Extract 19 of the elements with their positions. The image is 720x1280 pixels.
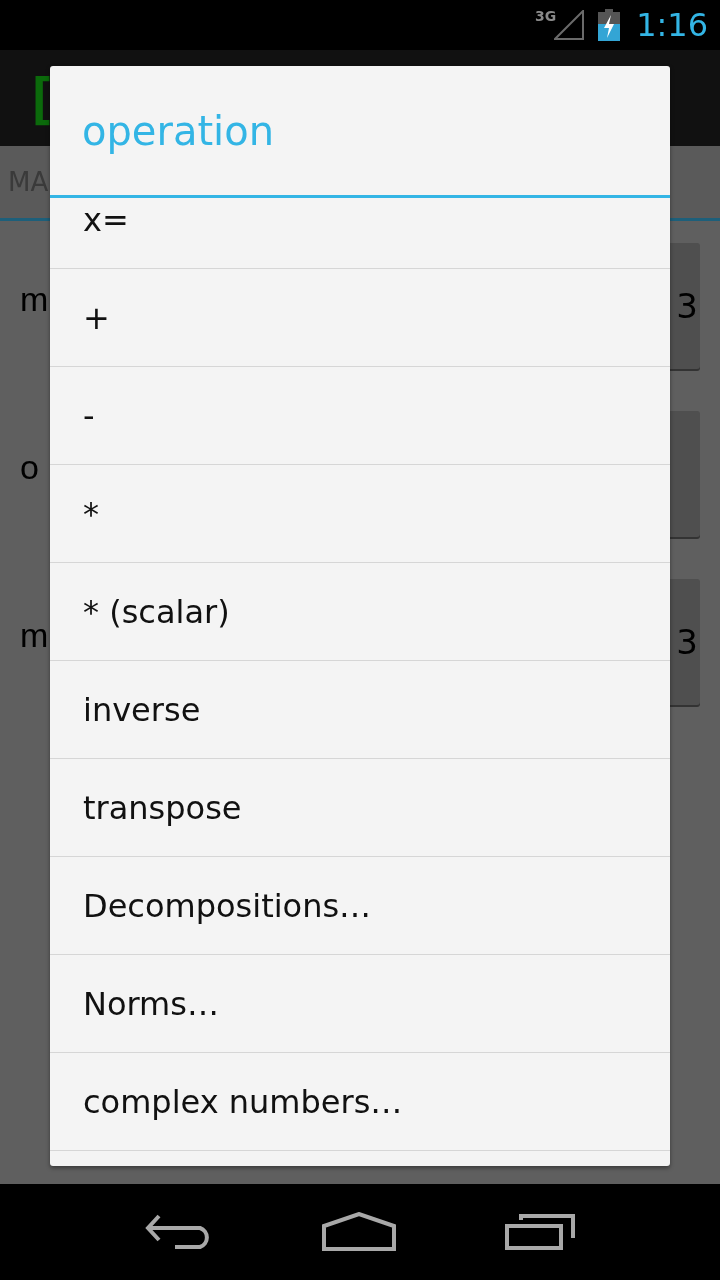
dialog-title: operation	[50, 66, 670, 198]
network-type: 3G	[534, 8, 557, 24]
clock: 1:16	[636, 6, 708, 44]
list-item[interactable]: Decompositions…	[50, 857, 670, 955]
list-item[interactable]: inverse	[50, 661, 670, 759]
list-item[interactable]: Norms…	[50, 955, 670, 1053]
list-item[interactable]: complex numbers…	[50, 1053, 670, 1151]
field-label: m	[20, 615, 49, 655]
list-item[interactable]: * (scalar)	[50, 563, 670, 661]
field-label: m	[20, 279, 49, 319]
recent-apps-icon[interactable]	[505, 1214, 576, 1250]
signal-icon	[554, 10, 585, 40]
list-item[interactable]: -	[50, 367, 670, 465]
field-label: o	[20, 447, 39, 487]
list-item[interactable]: *	[50, 465, 670, 563]
list-item[interactable]: +	[50, 269, 670, 367]
list-item[interactable]: transpose	[50, 759, 670, 857]
home-icon[interactable]	[322, 1212, 396, 1252]
battery-charging-icon	[598, 9, 621, 41]
